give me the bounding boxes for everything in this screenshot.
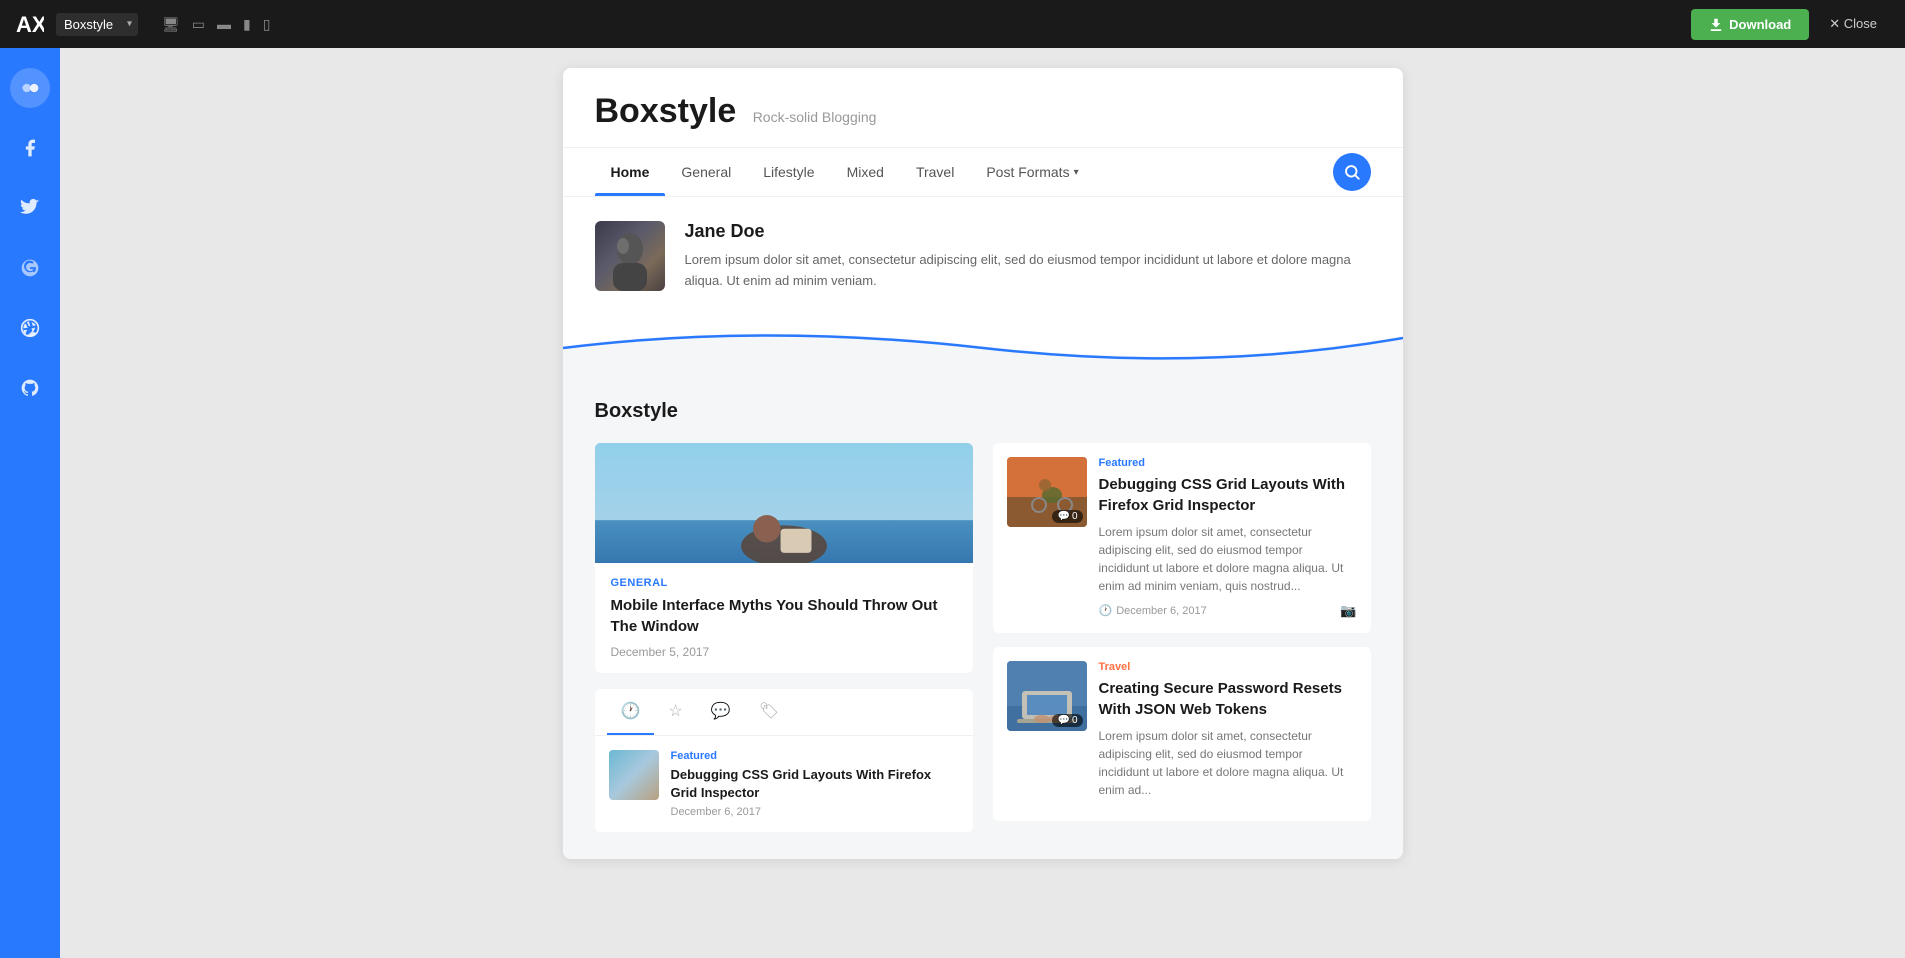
close-button[interactable]: ✕ Close: [1817, 8, 1889, 40]
right-post-body-2: Travel Creating Secure Password Resets W…: [1099, 661, 1357, 807]
tab-body: Featured Debugging CSS Grid Layouts With…: [671, 750, 959, 818]
avatar: [595, 221, 665, 291]
site-tagline: Rock-solid Blogging: [753, 109, 877, 125]
tab-title: Debugging CSS Grid Layouts With Firefox …: [671, 766, 959, 802]
tab-comments[interactable]: 💬: [697, 689, 745, 735]
featured-post-image: [595, 443, 973, 563]
mobile-icon[interactable]: ▯: [263, 16, 271, 33]
right-post-footer-1: 🕐 December 6, 2017 📷: [1099, 603, 1357, 619]
post-category: General: [611, 577, 957, 589]
tabs-row: 🕐 ☆ 💬 🏷: [595, 689, 973, 736]
topbar-right: Download ✕ Close: [1691, 8, 1889, 40]
right-post-thumb-1: 💬 0: [1007, 457, 1087, 527]
post-title: Mobile Interface Myths You Should Throw …: [611, 595, 957, 637]
download-label: Download: [1729, 17, 1791, 32]
logo: AX: [16, 10, 44, 38]
right-post-category-2: Travel: [1099, 661, 1357, 673]
nav-items: Home General Lifestyle Mixed Travel Post…: [595, 148, 1333, 196]
preview-card: Boxstyle Rock-solid Blogging Home Genera…: [563, 68, 1403, 859]
author-name: Jane Doe: [685, 221, 1371, 242]
right-post-title-2: Creating Secure Password Resets With JSO…: [1099, 678, 1357, 720]
blog-section-title: Boxstyle: [595, 400, 1371, 423]
tab-date: December 6, 2017: [671, 806, 959, 818]
post-type-icon-1: 📷: [1340, 603, 1356, 619]
clock-icon: 🕐: [1099, 604, 1113, 617]
right-post-card-1[interactable]: 💬 0 Featured Debugging CSS Grid Layouts …: [993, 443, 1371, 633]
blog-section: Boxstyle: [563, 376, 1403, 859]
main-wrapper: Boxstyle Rock-solid Blogging Home Genera…: [0, 48, 1905, 958]
sidebar-item-dribbble[interactable]: [10, 308, 50, 348]
featured-post-card[interactable]: General Mobile Interface Myths You Shoul…: [595, 443, 973, 673]
author-bio: Lorem ipsum dolor sit amet, consectetur …: [685, 250, 1371, 292]
right-post-excerpt-1: Lorem ipsum dolor sit amet, consectetur …: [1099, 523, 1357, 595]
author-section: Jane Doe Lorem ipsum dolor sit amet, con…: [563, 197, 1403, 316]
search-button[interactable]: [1333, 153, 1371, 191]
site-header: Boxstyle Rock-solid Blogging: [563, 68, 1403, 148]
blog-grid: General Mobile Interface Myths You Shoul…: [595, 443, 1371, 835]
download-button[interactable]: Download: [1691, 9, 1809, 40]
right-post-body-1: Featured Debugging CSS Grid Layouts With…: [1099, 457, 1357, 619]
sidebar-item-github[interactable]: [10, 368, 50, 408]
sidebar-item-facebook[interactable]: [10, 128, 50, 168]
svg-text:AX: AX: [16, 12, 44, 37]
site-select[interactable]: Boxstyle: [56, 13, 138, 36]
nav-item-post-formats[interactable]: Post Formats ▾: [970, 148, 1094, 196]
blog-left: General Mobile Interface Myths You Shoul…: [595, 443, 973, 835]
nav-item-general[interactable]: General: [665, 148, 747, 196]
wave-divider: [563, 316, 1403, 376]
author-info: Jane Doe Lorem ipsum dolor sit amet, con…: [685, 221, 1371, 292]
site-title: Boxstyle: [595, 92, 737, 130]
tab-recent[interactable]: 🕐: [607, 689, 655, 735]
desktop-icon[interactable]: 🖥: [162, 16, 180, 33]
chevron-down-icon: ▾: [1074, 167, 1079, 178]
sidebar-item-google[interactable]: [10, 248, 50, 288]
tab-starred[interactable]: ☆: [654, 689, 696, 735]
content-area: Boxstyle Rock-solid Blogging Home Genera…: [60, 48, 1905, 958]
nav-item-home[interactable]: Home: [595, 148, 666, 196]
right-post-card-2[interactable]: 💬 0 Travel Creating Secure Password Rese…: [993, 647, 1371, 821]
nav-item-travel[interactable]: Travel: [900, 148, 970, 196]
right-post-date-1: 🕐 December 6, 2017: [1099, 604, 1207, 617]
sidebar: [0, 48, 60, 958]
sidebar-item-twitter[interactable]: [10, 188, 50, 228]
tab-category: Featured: [671, 750, 959, 762]
tabs-card: 🕐 ☆ 💬 🏷 Featured Debugging CSS Grid Layo…: [595, 689, 973, 832]
comment-badge-1: 💬 0: [1052, 510, 1082, 523]
right-post-category-1: Featured: [1099, 457, 1357, 469]
tablet-icon[interactable]: ▬: [217, 16, 231, 32]
tab-content: Featured Debugging CSS Grid Layouts With…: [595, 736, 973, 832]
right-post-title-1: Debugging CSS Grid Layouts With Firefox …: [1099, 474, 1357, 516]
right-post-thumb-2: 💬 0: [1007, 661, 1087, 731]
device-icons: 🖥 ▭ ▬ ▮ ▯: [162, 16, 270, 33]
site-select-wrap[interactable]: Boxstyle: [56, 13, 138, 36]
tab-thumb: [609, 750, 659, 800]
topbar: AX Boxstyle 🖥 ▭ ▬ ▮ ▯ Download ✕ Close: [0, 0, 1905, 48]
post-date: December 5, 2017: [611, 645, 957, 659]
tab-tags[interactable]: 🏷: [745, 689, 793, 735]
sidebar-item-toggle[interactable]: [10, 68, 50, 108]
comment-badge-2: 💬 0: [1052, 714, 1082, 727]
nav-item-lifestyle[interactable]: Lifestyle: [747, 148, 830, 196]
mobile-lg-icon[interactable]: ▮: [243, 16, 251, 33]
nav-item-mixed[interactable]: Mixed: [831, 148, 900, 196]
right-post-excerpt-2: Lorem ipsum dolor sit amet, consectetur …: [1099, 727, 1357, 799]
tablet-lg-icon[interactable]: ▭: [192, 16, 205, 33]
site-nav: Home General Lifestyle Mixed Travel Post…: [563, 148, 1403, 197]
featured-post-body: General Mobile Interface Myths You Shoul…: [595, 563, 973, 673]
blog-right: 💬 0 Featured Debugging CSS Grid Layouts …: [993, 443, 1371, 835]
